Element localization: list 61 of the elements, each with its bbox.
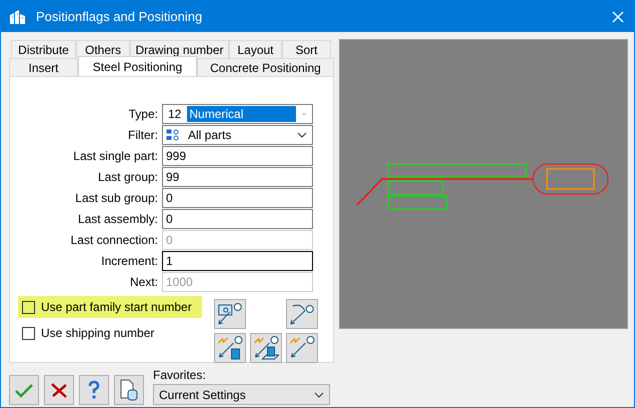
part-plate-arrow-icon [254, 336, 278, 360]
checkmark-icon [14, 382, 34, 398]
dropdown[interactable]: 12 Numerical [162, 104, 313, 124]
tab[interactable]: Insert [9, 58, 78, 76]
help-button[interactable] [79, 375, 109, 405]
caret-icon [297, 132, 307, 138]
checkbox[interactable] [22, 326, 35, 340]
field-label: Last group: [96, 170, 158, 184]
curved-arrow-icon [290, 303, 314, 325]
checkbox-label: Use shipping number [41, 326, 154, 340]
field-label: Filter: [127, 128, 158, 142]
tool-button[interactable] [214, 299, 246, 329]
tool-button[interactable] [214, 333, 246, 363]
field-label: Last single part: [72, 149, 158, 163]
tab[interactable]: Drawing number [130, 40, 229, 58]
part-arrow-icon [218, 336, 242, 360]
cancel-button[interactable] [44, 375, 74, 405]
tab[interactable]: Layout [229, 40, 282, 58]
tab[interactable]: Concrete Positioning [197, 58, 334, 76]
search-window-arrow-icon [218, 303, 242, 325]
caret-icon [302, 111, 307, 117]
parts-icon [166, 129, 180, 141]
input-field[interactable]: 1 [162, 251, 313, 271]
ok-button[interactable] [9, 375, 39, 405]
part-outline [388, 180, 444, 194]
building-icon [9, 8, 27, 24]
tab[interactable]: Steel Positioning [78, 56, 197, 76]
part-outline [388, 196, 448, 210]
document-database-button[interactable] [114, 375, 144, 405]
checkbox-row[interactable]: Use shipping number [18, 322, 202, 344]
type-code: 12 [168, 107, 182, 121]
input-field[interactable]: 0 [162, 188, 313, 208]
favorites-label: Favorites: [153, 368, 207, 382]
checkbox[interactable] [22, 300, 35, 314]
input-field[interactable]: 0 [162, 209, 313, 229]
field-label: Last sub group: [74, 191, 158, 205]
tool-button[interactable] [250, 333, 282, 363]
dropdown-value: All parts [187, 127, 232, 143]
close-icon[interactable] [612, 10, 624, 22]
caret-icon [314, 392, 324, 398]
tab[interactable]: Distribute [11, 40, 76, 58]
field-label: Increment: [100, 254, 158, 268]
window-title: Positionflags and Positioning [36, 9, 204, 24]
zigzag-arrow-icon [290, 336, 314, 360]
field-label: Type: [128, 107, 158, 121]
checkbox-label: Use part family start number [41, 300, 192, 314]
tool-button[interactable] [286, 333, 318, 363]
field-label: Next: [128, 275, 158, 289]
document-database-icon [119, 379, 139, 401]
checkbox-row[interactable]: Use part family start number [18, 296, 202, 318]
question-mark-icon [87, 380, 101, 400]
tool-button[interactable] [286, 299, 318, 329]
field-label: Last assembly: [76, 212, 158, 226]
favorites-dropdown[interactable]: Current Settings [153, 384, 330, 405]
field-label: Last connection: [70, 233, 158, 247]
input-field[interactable]: 99 [162, 167, 313, 187]
dropdown-value: Numerical [187, 106, 296, 122]
dropdown[interactable]: All parts [162, 125, 313, 145]
input-field[interactable]: 999 [162, 146, 313, 166]
tab[interactable]: Sort [282, 40, 331, 58]
cross-icon [49, 382, 69, 398]
